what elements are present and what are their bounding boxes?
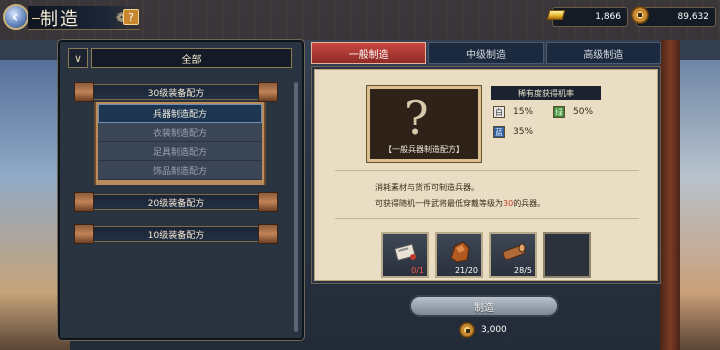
category-level-10[interactable]: 10级装备配方 (74, 224, 278, 244)
craft-tier-tabs: 一般制造 中级制造 高级制造 (311, 42, 661, 64)
scroll-roller-left (74, 82, 94, 102)
sub-item-footwear[interactable]: 足具制造配方 (98, 142, 262, 161)
coin-counter: 89,632 (631, 6, 716, 27)
rarity-white-icon: 白 (493, 106, 505, 118)
category-level-20[interactable]: 20级装备配方 (74, 192, 278, 212)
divider (335, 170, 639, 171)
material-slot-scroll[interactable]: 0/1 (381, 232, 429, 278)
category-label: 20级装备配方 (94, 194, 258, 210)
help-button[interactable]: ? (123, 9, 139, 25)
wood-log-icon (502, 243, 526, 261)
recipe-description-line2: 可获得随机一件武将最低穿戴等级为30的兵器。 (375, 198, 635, 209)
tab-advanced-craft[interactable]: 高级制造 (545, 42, 661, 64)
material-count: 21/20 (454, 266, 478, 275)
chevron-down-icon: ∨ (73, 51, 83, 65)
sub-item-clothing[interactable]: 衣装制造配方 (98, 123, 262, 142)
scroll-roller-right (258, 192, 278, 212)
coin-amount: 89,632 (677, 12, 710, 22)
desc-level: 30 (503, 199, 514, 208)
scroll-roller-left (74, 192, 94, 212)
rarity-blue: 蓝 35% (493, 126, 533, 138)
recipe-description-line1: 消耗素材与货币可制造兵器。 (375, 183, 479, 192)
gold-bar-icon (545, 4, 567, 26)
gold-counter: 1,866 (546, 7, 628, 27)
ore-icon (450, 241, 470, 263)
title-dash-decoration (32, 18, 40, 19)
scroll-roller-left (74, 224, 94, 244)
material-slot-wood[interactable]: 28/5 (489, 232, 537, 278)
material-slot-empty (543, 232, 591, 278)
chevron-left-icon: ‹ (11, 7, 19, 26)
craft-cost: 3,000 (459, 321, 507, 339)
tab-basic-craft[interactable]: 一般制造 (311, 42, 427, 64)
scrollbar[interactable] (294, 82, 298, 332)
material-count: 0/1 (411, 266, 424, 275)
rarity-white: 白 15% (493, 106, 533, 118)
rarity-value: 50% (573, 107, 594, 117)
scroll-icon (394, 243, 416, 261)
gold-amount: 1,866 (595, 12, 621, 22)
category-level-30[interactable]: 30级装备配方 (74, 82, 278, 102)
coin-icon (459, 322, 475, 338)
sub-item-weapon[interactable]: 兵器制造配方 (98, 104, 262, 123)
craft-button[interactable]: 制造 (409, 295, 559, 317)
materials-row: 0/1 21/20 28/5 (381, 232, 591, 278)
material-count: 28/5 (514, 266, 532, 275)
sub-recipe-list: 兵器制造配方 衣装制造配方 足具制造配方 饰品制造配方 (98, 104, 262, 180)
rarity-green: 绿 50% (553, 106, 593, 118)
tab-intermediate-craft[interactable]: 中级制造 (428, 42, 544, 64)
background-pillar (660, 40, 680, 350)
page-title: 制造 (40, 8, 80, 30)
recipe-name: 【一般兵器制造配方】 (384, 145, 464, 154)
scroll-roller-right (258, 82, 278, 102)
rarity-value: 15% (513, 107, 534, 117)
rarity-odds-title: 稀有度获得机率 (491, 86, 601, 100)
question-mark-icon: ? (404, 91, 429, 145)
coin-icon (629, 4, 651, 26)
recipe-category-panel: ∨ 全部 30级装备配方 兵器制造配方 衣装制造配方 足具制造配方 饰品制造配方… (57, 39, 305, 341)
material-slot-ore[interactable]: 21/20 (435, 232, 483, 278)
desc-text: 的兵器。 (513, 199, 546, 208)
back-button[interactable]: ‹ (3, 4, 29, 30)
category-label: 10级装备配方 (94, 226, 258, 242)
category-label: 30级装备配方 (94, 84, 258, 100)
rarity-blue-icon: 蓝 (493, 126, 505, 138)
scroll-roller-right (258, 224, 278, 244)
desc-text: 可获得随机一件武将最低穿戴等级为 (375, 199, 503, 208)
rarity-green-icon: 绿 (553, 106, 565, 118)
cost-amount: 3,000 (481, 325, 507, 335)
all-filter-tab[interactable]: 全部 (91, 48, 292, 68)
scrollbar-thumb[interactable] (294, 82, 298, 332)
recipe-preview[interactable]: ? 【一般兵器制造配方】 (366, 85, 482, 163)
recipe-detail-panel: ? 【一般兵器制造配方】 稀有度获得机率 白 15% 绿 50% 蓝 35% 消… (311, 66, 661, 284)
recipe-detail-parchment: ? 【一般兵器制造配方】 稀有度获得机率 白 15% 绿 50% 蓝 35% 消… (314, 69, 658, 281)
top-bar: ‹ 制造 ❁ ? 1,866 89,632 (0, 0, 720, 34)
sub-item-accessory[interactable]: 饰品制造配方 (98, 161, 262, 180)
divider (335, 218, 639, 219)
collapse-all-button[interactable]: ∨ (68, 48, 88, 68)
rarity-value: 35% (513, 127, 534, 137)
filter-header: ∨ 全部 (68, 48, 292, 68)
